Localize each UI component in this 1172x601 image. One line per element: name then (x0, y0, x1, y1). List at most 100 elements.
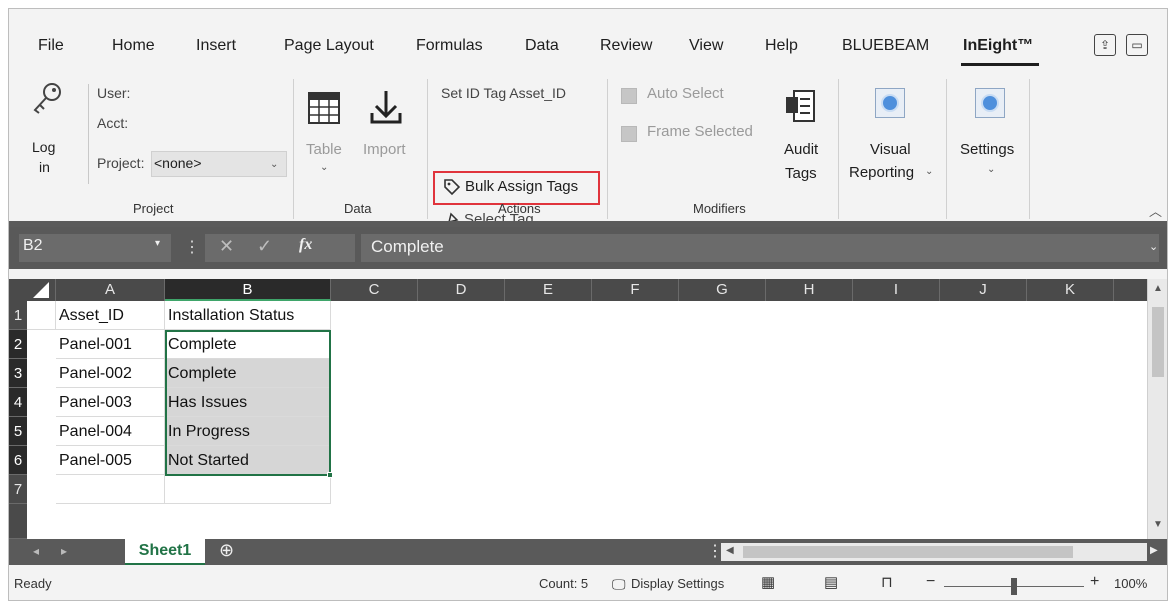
add-sheet-icon[interactable]: ⊕ (219, 540, 234, 561)
row-header-4[interactable]: 4 (9, 388, 27, 417)
enter-check-icon[interactable]: ✓ (257, 236, 272, 257)
tab-review[interactable]: Review (600, 37, 652, 55)
cell-spacer[interactable] (27, 301, 56, 330)
zoom-out-icon[interactable]: − (926, 573, 935, 591)
collapse-ribbon-icon[interactable]: ︿ (1149, 201, 1162, 220)
column-header-g[interactable]: G (679, 279, 766, 301)
display-settings-icon[interactable]: 🖵 (612, 576, 626, 593)
share-icon[interactable]: ⇪ (1094, 34, 1116, 56)
user-label: User: (97, 85, 131, 101)
scroll-up-icon[interactable]: ▲ (1153, 283, 1163, 294)
page-break-view-icon[interactable]: ⊓ (881, 573, 893, 591)
column-header-j[interactable]: J (940, 279, 1027, 301)
expand-formula-icon[interactable]: ⌄ (1149, 240, 1158, 253)
display-settings-button[interactable]: Display Settings (631, 576, 724, 591)
column-header-h[interactable]: H (766, 279, 853, 301)
group-separator (293, 79, 294, 219)
next-sheet-icon[interactable]: ▸ (61, 544, 67, 558)
zoom-level[interactable]: 100% (1114, 576, 1147, 591)
chevron-down-icon: ⌄ (320, 162, 329, 173)
visual-label: Visual (870, 141, 911, 158)
cell-a7[interactable] (56, 475, 165, 504)
formula-input[interactable]: Complete (361, 234, 1159, 262)
row-header-7[interactable]: 7 (9, 475, 27, 504)
normal-view-icon[interactable]: ▦ (761, 573, 775, 591)
audit-label: Audit (784, 141, 819, 158)
name-box-value: B2 (23, 237, 43, 254)
scroll-thumb[interactable] (1152, 307, 1164, 377)
group-separator (838, 79, 839, 219)
more-options-icon[interactable]: ⋮ (184, 237, 200, 257)
formula-buttons: ✕ ✓ fx (205, 234, 355, 262)
cell-a4[interactable]: Panel-003 (56, 388, 165, 417)
row-header-3[interactable]: 3 (9, 359, 27, 388)
row-header-2[interactable]: 2 (9, 330, 27, 359)
insert-function-icon[interactable]: fx (299, 236, 312, 254)
project-label: Project: (97, 155, 145, 171)
column-header-f[interactable]: F (592, 279, 679, 301)
cell-a6[interactable]: Panel-005 (56, 446, 165, 475)
tab-bluebeam[interactable]: BLUEBEAM (842, 37, 929, 55)
sheet-tab-sheet1[interactable]: Sheet1 (125, 539, 205, 565)
cell-b1[interactable]: Installation Status (165, 301, 331, 330)
cell-b7[interactable] (165, 475, 331, 504)
formula-content: Complete (371, 237, 444, 256)
group-separator (607, 79, 608, 219)
chevron-down-icon: ⌄ (925, 166, 934, 177)
fill-handle[interactable] (327, 472, 333, 478)
column-header-i[interactable]: I (853, 279, 940, 301)
tags-label: Tags (785, 165, 817, 182)
prev-sheet-icon[interactable]: ◂ (33, 544, 39, 558)
row-header-5[interactable]: 5 (9, 417, 27, 446)
column-header-k[interactable]: K (1027, 279, 1114, 301)
key-icon (33, 83, 61, 114)
tab-ineight[interactable]: InEight™ (963, 37, 1033, 55)
column-header-b[interactable]: B (165, 279, 331, 301)
vertical-scrollbar[interactable]: ▲ ▼ (1147, 279, 1167, 539)
group-label-project: Project (133, 201, 174, 216)
tab-insert[interactable]: Insert (196, 37, 236, 55)
column-header-a[interactable]: A (56, 279, 165, 301)
tab-help[interactable]: Help (765, 37, 798, 55)
horizontal-scrollbar[interactable]: ◀ (721, 543, 1147, 561)
cancel-icon[interactable]: ✕ (219, 236, 234, 257)
column-header-e[interactable]: E (505, 279, 592, 301)
scroll-left-icon[interactable]: ◀ (726, 545, 734, 556)
scroll-thumb[interactable] (743, 546, 1073, 558)
row-header-1[interactable]: 1 (9, 301, 27, 330)
worksheet-grid[interactable]: A B C D E F G H I J K 1 Asset_ID Install… (9, 279, 1167, 539)
tab-page-layout[interactable]: Page Layout (284, 37, 374, 55)
chevron-down-icon: ⌄ (270, 159, 279, 170)
cell-a3[interactable]: Panel-002 (56, 359, 165, 388)
tab-home[interactable]: Home (112, 37, 155, 55)
row-header-8[interactable] (9, 504, 27, 539)
tab-data[interactable]: Data (525, 37, 559, 55)
set-id-tag-button[interactable]: Set ID Tag Asset_ID (441, 85, 566, 101)
cell-a2[interactable]: Panel-001 (56, 330, 165, 359)
column-header-c[interactable]: C (331, 279, 418, 301)
comments-icon[interactable]: ▭ (1126, 34, 1148, 56)
column-headers: A B C D E F G H I J K (9, 279, 1147, 301)
select-all-corner[interactable] (9, 279, 56, 301)
audit-list-icon (786, 90, 815, 122)
scroll-down-icon[interactable]: ▼ (1153, 519, 1163, 530)
auto-select-label: Auto Select (647, 85, 724, 102)
group-separator (946, 79, 947, 219)
cell-a1[interactable]: Asset_ID (56, 301, 165, 330)
zoom-in-icon[interactable]: + (1090, 573, 1099, 591)
column-header-d[interactable]: D (418, 279, 505, 301)
cell-a5[interactable]: Panel-004 (56, 417, 165, 446)
settings-icon (975, 88, 1005, 118)
page-layout-view-icon[interactable]: ▤ (824, 573, 838, 591)
tab-formulas[interactable]: Formulas (416, 37, 483, 55)
tab-file[interactable]: File (38, 37, 64, 55)
import-download-icon (370, 91, 402, 124)
scroll-right-icon[interactable]: ▶ (1150, 545, 1158, 556)
row-header-6[interactable]: 6 (9, 446, 27, 475)
project-select[interactable]: <none> ⌄ (151, 151, 287, 177)
zoom-slider-thumb[interactable] (1011, 578, 1017, 595)
status-count: Count: 5 (539, 576, 589, 591)
tab-view[interactable]: View (689, 37, 723, 55)
status-bar: Ready Count: 5 🖵 Display Settings ▦ ▤ ⊓ … (9, 565, 1167, 600)
name-box[interactable]: B2 ▾ (19, 234, 171, 262)
